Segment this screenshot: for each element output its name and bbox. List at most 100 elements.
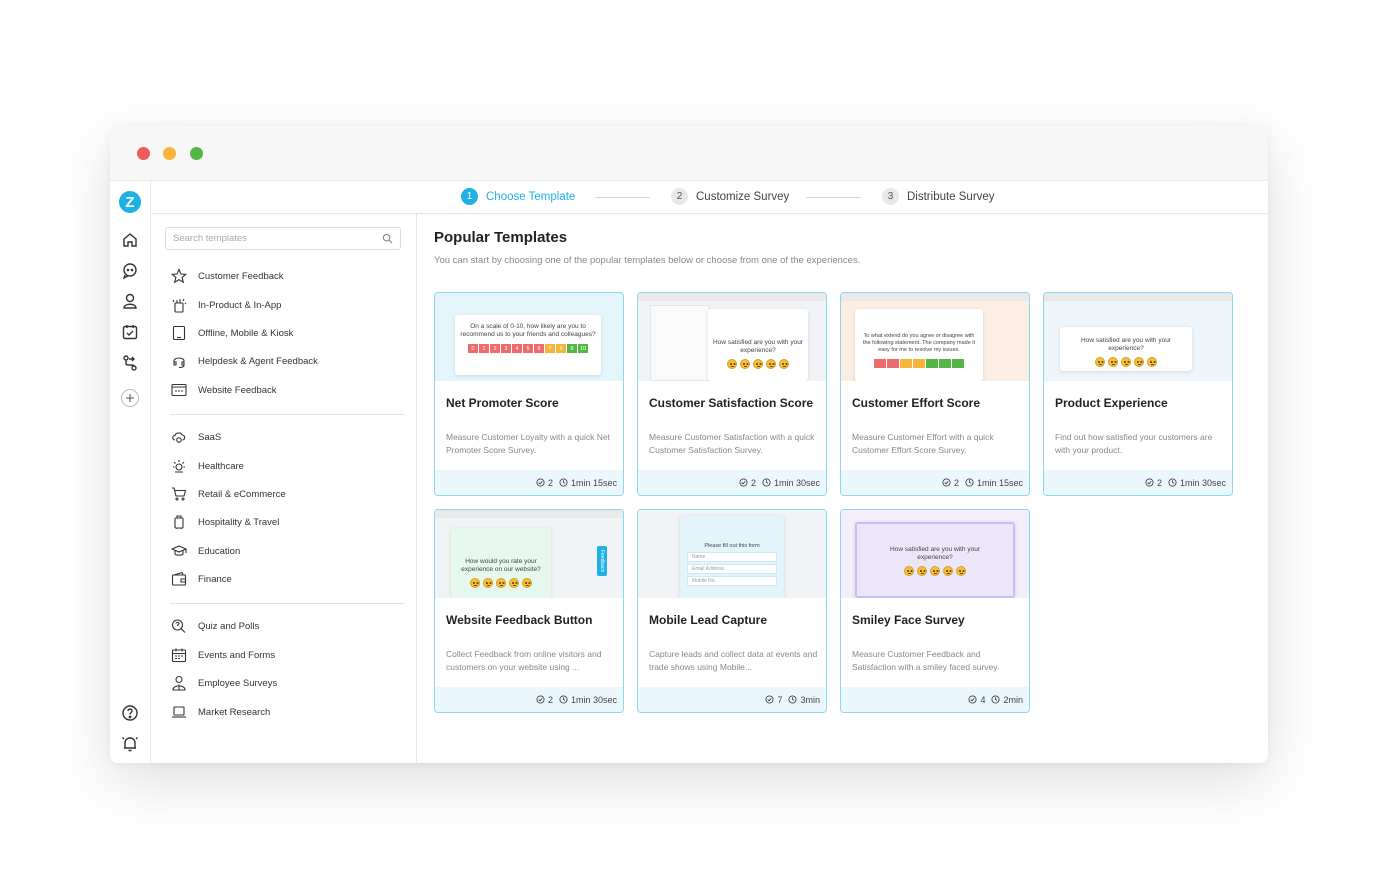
template-description: Measure Customer Effort with a quick Cus… [852,432,994,455]
template-card-product-experience[interactable]: How satisfied are you with your experien… [1043,292,1233,496]
effort-option [939,359,951,368]
category-events-forms[interactable]: Events and Forms [170,646,275,664]
category-label: SaaS [198,431,222,443]
preview-question: How satisfied are you with your experien… [708,309,808,381]
chat-icon[interactable] [121,262,139,280]
preview-question: To what extend do you agree or disagree … [855,309,983,381]
help-icon[interactable] [121,704,139,722]
clock-icon [762,478,771,487]
category-healthcare[interactable]: Healthcare [170,457,244,475]
effort-option [874,359,886,368]
app-logo[interactable]: Z [119,191,141,213]
graduation-cap-icon [170,542,188,560]
template-title: Net Promoter Score [446,396,559,410]
category-quiz-polls[interactable]: Quiz and Polls [170,617,259,635]
search-icon[interactable] [382,233,393,244]
category-market-research[interactable]: Market Research [170,703,270,721]
step-choose-template[interactable]: 1 Choose Template [461,188,575,205]
nps-score-10: 10 [578,344,588,353]
template-preview: How satisfied are you with your experien… [638,293,826,381]
question-count: 2 [1145,478,1162,488]
browser-bar [435,510,623,518]
category-divider [170,414,404,415]
category-hospitality-travel[interactable]: Hospitality & Travel [170,513,279,531]
search-box [165,227,401,250]
workflow-icon[interactable] [121,354,139,372]
preview-question: How satisfied are you with your experien… [1060,327,1192,371]
template-card-smiley-face-survey[interactable]: How satisfied are you with your experien… [840,509,1030,713]
template-description: Measure Customer Feedback and Satisfacti… [852,649,1000,672]
browser-bar [841,293,1029,301]
add-icon[interactable] [121,389,139,407]
category-label: Retail & eCommerce [198,488,286,500]
nps-scale: 0 1 2 3 4 5 6 7 8 9 10 [459,344,597,353]
category-customer-feedback[interactable]: Customer Feedback [170,267,284,285]
nps-score-1: 1 [479,344,489,353]
question-count: 2 [536,695,553,705]
nps-score-3: 3 [501,344,511,353]
preview-page [650,305,710,381]
sparkle-hand-icon [170,296,188,314]
template-card-ces[interactable]: To what extend do you agree or disagree … [840,292,1030,496]
template-card-mobile-lead-capture[interactable]: Please fill out this form Name Email Add… [637,509,827,713]
template-description: Collect Feedback from online visitors an… [446,649,602,672]
step-distribute-survey[interactable]: 3 Distribute Survey [882,188,995,205]
category-label: Customer Feedback [198,270,284,282]
template-preview: How would you rate your experience on ou… [435,510,623,598]
category-offline-mobile-kiosk[interactable]: Offline, Mobile & Kiosk [170,324,293,342]
check-circle-icon [968,695,978,704]
duration: 1min 30sec [1168,478,1226,488]
category-retail-ecommerce[interactable]: Retail & eCommerce [170,485,286,503]
maximize-window-button[interactable] [190,147,203,160]
category-label: Events and Forms [198,649,276,661]
check-circle-icon [1145,478,1154,487]
category-saas[interactable]: SaaS [170,428,221,446]
category-in-product[interactable]: In-Product & In-App [170,296,281,314]
category-label: Finance [198,573,232,585]
step-connector [595,197,650,198]
clock-icon [1168,478,1177,487]
category-employee-surveys[interactable]: Employee Surveys [170,674,277,692]
template-card-nps[interactable]: On a scale of 0-10, how likely are you t… [434,292,624,496]
category-label: Education [198,545,241,557]
check-circle-icon [739,478,748,487]
check-circle-icon [765,695,775,704]
category-finance[interactable]: Finance [170,570,232,588]
template-preview: On a scale of 0-10, how likely are you t… [435,293,623,381]
question-count: 2 [536,478,553,488]
template-preview: Please fill out this form Name Email Add… [638,510,826,598]
preview-form: Please fill out this form Name Email Add… [680,516,784,598]
close-window-button[interactable] [137,147,150,160]
notification-bell-icon[interactable] [121,735,139,753]
step-customize-survey[interactable]: 2 Customize Survey [671,188,789,205]
minimize-window-button[interactable] [163,147,176,160]
form-field: Email Address [687,564,777,574]
step-number: 2 [671,188,688,205]
app-window: Z 1 Choose Template 2 Customize Survey 3… [110,126,1268,763]
template-title: Smiley Face Survey [852,613,965,627]
template-description: Capture leads and collect data at events… [649,649,818,672]
clock-icon [965,478,974,487]
search-input[interactable] [166,228,366,249]
clock-icon [559,478,568,487]
wallet-icon [170,570,188,588]
template-card-website-feedback-button[interactable]: How would you rate your experience on ou… [434,509,624,713]
user-icon[interactable] [121,292,139,310]
home-icon[interactable] [121,231,139,249]
template-card-csat[interactable]: How satisfied are you with your experien… [637,292,827,496]
browser-icon [170,381,188,399]
browser-bar [638,293,826,301]
template-description: Find out how satisfied your customers ar… [1055,432,1213,455]
check-circle-icon [536,478,545,487]
step-label: Choose Template [486,190,576,203]
page-subtitle: You can start by choosing one of the pop… [434,255,861,266]
category-education[interactable]: Education [170,542,240,560]
form-field: Name [687,552,777,562]
preview-question: How satisfied are you with your experien… [855,522,1015,598]
step-label: Customize Survey [696,190,790,203]
calendar-check-icon[interactable] [121,323,139,341]
effort-option [913,359,925,368]
category-helpdesk[interactable]: Helpdesk & Agent Feedback [170,352,318,370]
smiley-scale [877,566,993,576]
category-website-feedback[interactable]: Website Feedback [170,381,277,399]
